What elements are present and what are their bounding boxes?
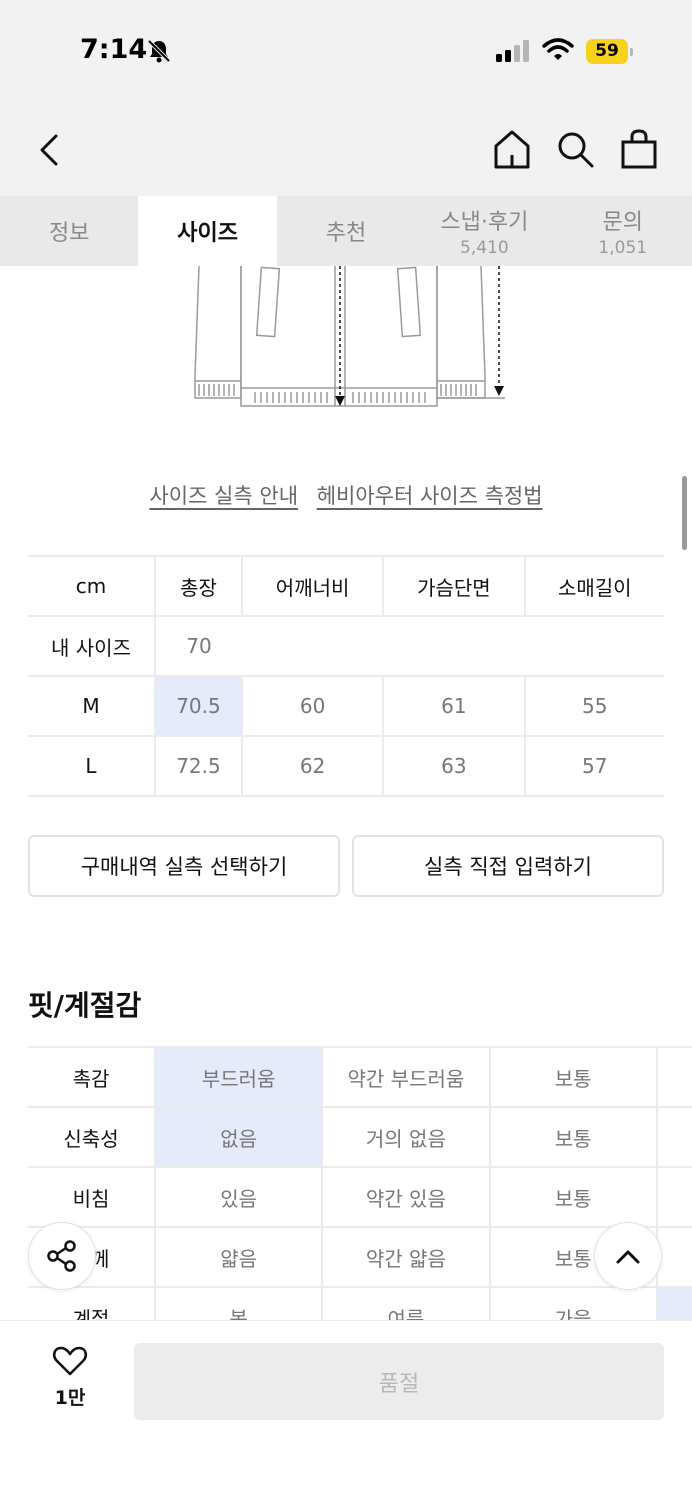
bell-slash-icon — [147, 39, 171, 63]
table-cell: 70 — [154, 616, 242, 677]
row-label: 내 사이즈 — [28, 616, 155, 677]
shopping-bag-icon[interactable] — [620, 128, 658, 170]
fit-row-sheerness: 비침 있음 약간 있음 보통 거의 — [28, 1166, 692, 1227]
fit-row-texture: 촉감 부드러움 약간 부드러움 보통 약간 — [28, 1046, 692, 1107]
battery-level: 59 — [586, 39, 628, 64]
table-cell: 60 — [240, 676, 384, 737]
tab-count: 1,051 — [598, 238, 648, 258]
fit-option: 있음 — [153, 1166, 323, 1227]
share-icon — [47, 1240, 76, 1272]
direct-input-button[interactable]: 실측 직접 입력하기 — [352, 835, 664, 897]
bottom-bar: 1만 품절 — [0, 1320, 692, 1500]
tab-label: 추천 — [325, 221, 367, 246]
fit-option: 부드러움 — [153, 1046, 323, 1107]
unit-cell: cm — [28, 555, 155, 617]
wifi-icon — [542, 38, 574, 60]
table-cell: 70.5 — [154, 676, 242, 737]
tab-size[interactable]: 사이즈 — [138, 196, 277, 266]
fit-option: 보통 — [488, 1046, 657, 1107]
table-cell: 61 — [382, 676, 525, 737]
measure-button-row: 구매내역 실측 선택하기 실측 직접 입력하기 — [28, 835, 664, 897]
table-row[interactable]: L 72.5 62 63 57 — [28, 736, 664, 797]
header-cell: 가슴단면 — [382, 555, 525, 617]
fit-row-season: 계절 봄 여름 가을 겨 — [28, 1286, 692, 1320]
table-cell: 55 — [523, 676, 664, 737]
row-label: 계절 — [28, 1286, 155, 1320]
row-label: L — [28, 736, 155, 797]
tab-info[interactable]: 정보 — [0, 196, 138, 266]
tab-label: 문의 — [602, 210, 643, 235]
fit-option: 가을 — [488, 1286, 657, 1320]
tab-label: 정보 — [48, 221, 90, 246]
row-label: M — [28, 676, 155, 737]
fit-table-container: 촉감 부드러움 약간 부드러움 보통 약간 신축성 없음 거의 없음 보통 약간… — [28, 1046, 692, 1320]
tab-recommend[interactable]: 추천 — [277, 196, 415, 266]
fit-option: 두 — [655, 1226, 692, 1287]
nav-bar — [0, 100, 692, 196]
status-time: 7:14 — [80, 34, 148, 65]
fit-option: 봄 — [153, 1286, 323, 1320]
like-button[interactable]: 1만 — [40, 1345, 100, 1410]
header-cell: 총장 — [154, 555, 242, 617]
fit-row-stretch: 신축성 없음 거의 없음 보통 약간 — [28, 1106, 692, 1167]
table-cell: 57 — [523, 736, 664, 797]
tab-bar: 정보 사이즈 추천 스냅·후기 5,410 문의 1,051 — [0, 196, 692, 266]
status-bar: 7:14 59 — [0, 0, 692, 100]
fit-option: 약간 부드러움 — [321, 1046, 490, 1107]
fit-row-thickness: 두께 얇음 약간 얇음 보통 두 — [28, 1226, 692, 1287]
purchase-history-button[interactable]: 구매내역 실측 선택하기 — [28, 835, 340, 897]
table-cell — [524, 616, 664, 677]
tab-count: 5,410 — [460, 238, 509, 258]
fit-table: 촉감 부드러움 약간 부드러움 보통 약간 신축성 없음 거의 없음 보통 약간… — [28, 1046, 692, 1320]
row-label: 신축성 — [28, 1106, 155, 1167]
size-guide-link[interactable]: 사이즈 실측 안내 — [149, 484, 298, 508]
row-label: 촉감 — [28, 1046, 155, 1107]
sold-out-button[interactable]: 품절 — [134, 1343, 664, 1420]
back-arrow-icon[interactable] — [34, 130, 64, 170]
header-cell: 어깨너비 — [240, 555, 384, 617]
table-cell — [383, 616, 525, 677]
table-row[interactable]: M 70.5 60 61 55 — [28, 676, 664, 737]
tab-snap-review[interactable]: 스냅·후기 5,410 — [415, 196, 553, 266]
header-cell: 소매길이 — [523, 555, 664, 617]
tab-inquiry[interactable]: 문의 1,051 — [554, 196, 692, 266]
heart-icon — [52, 1346, 88, 1376]
fit-option: 거의 없음 — [321, 1106, 490, 1167]
fit-option: 약간 — [655, 1106, 692, 1167]
fit-option: 보통 — [488, 1106, 657, 1167]
fit-option: 얇음 — [153, 1226, 323, 1287]
table-header-row: cm 총장 어깨너비 가슴단면 소매길이 — [28, 555, 664, 617]
my-size-row: 내 사이즈 70 — [28, 616, 664, 677]
signal-icon — [496, 40, 529, 62]
table-cell: 72.5 — [154, 736, 242, 797]
fit-option: 겨 — [655, 1286, 692, 1320]
battery-tip — [630, 48, 633, 56]
table-cell: 63 — [382, 736, 525, 797]
chevron-up-icon — [616, 1250, 640, 1264]
scroll-indicator[interactable] — [682, 476, 687, 550]
tab-label: 스냅·후기 — [440, 210, 529, 235]
like-count: 1만 — [54, 1387, 86, 1409]
scroll-to-top-button[interactable] — [594, 1222, 662, 1290]
jacket-measurement-diagram — [194, 266, 505, 407]
share-button[interactable] — [28, 1222, 96, 1290]
table-cell — [241, 616, 384, 677]
fit-option: 보통 — [488, 1166, 657, 1227]
fit-option: 약간 얇음 — [321, 1226, 490, 1287]
size-table: cm 총장 어깨너비 가슴단면 소매길이 내 사이즈 70 M 70.5 60 … — [28, 555, 664, 797]
fit-option: 거의 — [655, 1166, 692, 1227]
search-icon[interactable] — [556, 130, 596, 170]
fit-section-title: 핏/계절감 — [28, 989, 142, 1022]
fit-option: 약간 있음 — [321, 1166, 490, 1227]
home-icon[interactable] — [492, 128, 532, 170]
measure-method-link[interactable]: 헤비아우터 사이즈 측정법 — [317, 484, 543, 508]
fit-option: 약간 — [655, 1046, 692, 1107]
row-label: 비침 — [28, 1166, 155, 1227]
tab-label: 사이즈 — [177, 221, 238, 246]
table-cell: 62 — [240, 736, 384, 797]
size-guide-links: 사이즈 실측 안내 헤비아우터 사이즈 측정법 — [0, 480, 692, 510]
fit-option: 없음 — [153, 1106, 323, 1167]
fit-option: 여름 — [321, 1286, 490, 1320]
battery-indicator: 59 — [586, 39, 633, 64]
